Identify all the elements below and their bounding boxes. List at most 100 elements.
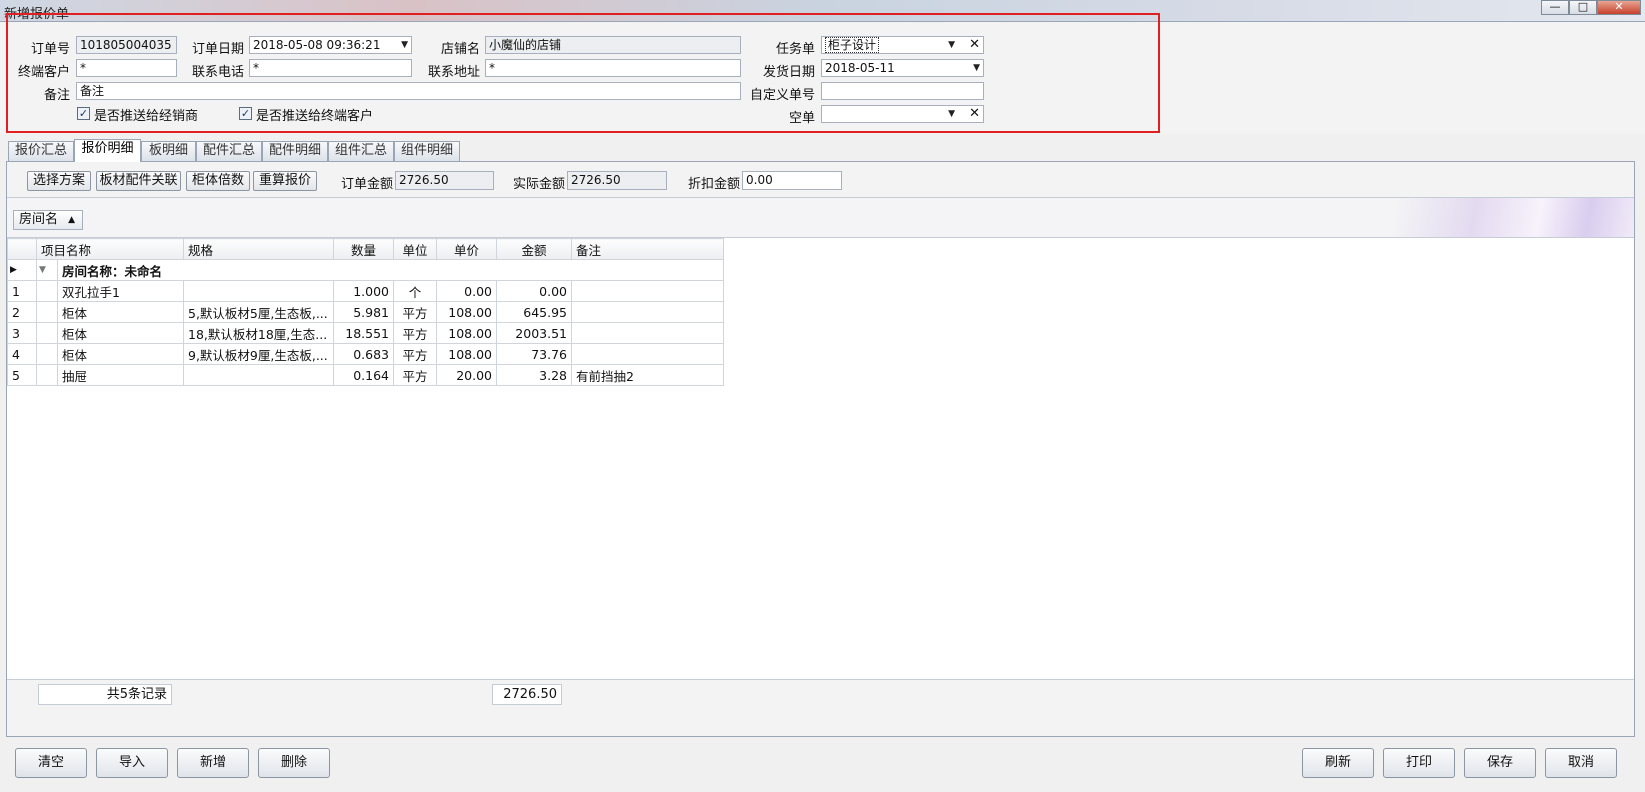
recalc-button[interactable]: 重算报价 — [253, 171, 317, 191]
discount-label: 折扣金额 — [688, 177, 741, 192]
tab-parts-summary[interactable]: 配件汇总 — [196, 141, 262, 161]
chevron-down-icon[interactable]: ▼ — [973, 60, 980, 76]
cell-amount[interactable]: 645.95 — [496, 301, 572, 323]
cell-unit[interactable]: 个 — [393, 280, 437, 302]
row-number: 1 — [7, 280, 37, 302]
cell-note[interactable] — [571, 343, 724, 365]
clear-button[interactable]: 清空 — [15, 748, 87, 778]
cell-note[interactable] — [571, 280, 724, 302]
address-field[interactable]: * — [485, 59, 741, 77]
cabinet-multiple-button[interactable]: 柜体倍数 — [186, 171, 250, 191]
order-no-field[interactable]: 101805004035 — [76, 36, 177, 54]
end-customer-field[interactable]: * — [76, 59, 177, 77]
cell-qty[interactable]: 18.551 — [333, 322, 394, 344]
store-name-field[interactable]: 小魔仙的店铺 — [485, 36, 741, 54]
select-plan-button[interactable]: 选择方案 — [27, 171, 91, 191]
col-header-name[interactable]: 项目名称 — [36, 238, 184, 260]
chevron-down-icon[interactable]: ▼ — [948, 37, 955, 53]
chevron-down-icon[interactable]: ▼ — [401, 37, 408, 53]
cell-name[interactable]: 柜体 — [57, 322, 184, 344]
cell-spec[interactable]: 18,默认板材18厘,生态... — [183, 322, 334, 344]
cell-unit[interactable]: 平方 — [393, 322, 437, 344]
push-dealer-checkbox[interactable]: ✓ — [77, 107, 90, 120]
ship-date-picker[interactable]: 2018-05-11 ▼ — [821, 59, 984, 77]
group-row-label: 房间名称：未命名 — [57, 259, 724, 281]
cell-name[interactable]: 双孔拉手1 — [57, 280, 184, 302]
phone-field[interactable]: * — [249, 59, 412, 77]
cancel-button[interactable]: 取消 — [1545, 748, 1617, 778]
cell-price[interactable]: 108.00 — [436, 343, 497, 365]
table-row[interactable]: 4 柜体 9,默认板材9厘,生态板,... 0.683 平方 108.00 73… — [7, 343, 724, 365]
col-header-unit[interactable]: 单位 — [393, 238, 437, 260]
quote-grid: 房间名 ▲ 项目名称 规格 数量 单位 单价 金额 备注 ▶ ▼ 房间名称：未命… — [7, 197, 1634, 679]
save-button[interactable]: 保存 — [1464, 748, 1536, 778]
group-row[interactable]: ▶ ▼ 房间名称：未命名 — [7, 259, 724, 281]
cell-qty[interactable]: 0.683 — [333, 343, 394, 365]
cell-name[interactable]: 抽屉 — [57, 364, 184, 386]
tab-quote-detail[interactable]: 报价明细 — [74, 139, 141, 162]
cell-price[interactable]: 0.00 — [436, 280, 497, 302]
cell-amount[interactable]: 3.28 — [496, 364, 572, 386]
board-link-button[interactable]: 板材配件关联 — [96, 171, 181, 191]
order-date-picker[interactable]: 2018-05-08 09:36:21 ▼ — [249, 36, 412, 54]
empty-order-combo[interactable]: ▼ ✕ — [821, 105, 984, 123]
table-row[interactable]: 1 双孔拉手1 1.000 个 0.00 0.00 — [7, 280, 724, 302]
cell-price[interactable]: 20.00 — [436, 364, 497, 386]
tab-quote-summary[interactable]: 报价汇总 — [8, 141, 74, 161]
remark-field[interactable]: 备注 — [76, 82, 741, 100]
tab-parts-detail[interactable]: 配件明细 — [262, 141, 328, 161]
task-combo[interactable]: 柜子设计 ▼ ✕ — [821, 36, 984, 54]
add-button[interactable]: 新增 — [177, 748, 249, 778]
cell-unit[interactable]: 平方 — [393, 343, 437, 365]
cell-qty[interactable]: 0.164 — [333, 364, 394, 386]
cell-qty[interactable]: 1.000 — [333, 280, 394, 302]
discount-field[interactable]: 0.00 — [742, 171, 842, 190]
cell-note[interactable] — [571, 301, 724, 323]
actual-amount-field[interactable]: 2726.50 — [567, 171, 667, 190]
clear-icon[interactable]: ✕ — [969, 106, 980, 122]
col-header-qty[interactable]: 数量 — [333, 238, 394, 260]
clear-icon[interactable]: ✕ — [969, 37, 980, 53]
tab-component-summary[interactable]: 组件汇总 — [328, 141, 394, 161]
col-header-spec[interactable]: 规格 — [183, 238, 334, 260]
cell-name[interactable]: 柜体 — [57, 343, 184, 365]
cell-spec[interactable] — [183, 364, 334, 386]
tab-board-detail[interactable]: 板明细 — [141, 141, 196, 161]
print-button[interactable]: 打印 — [1383, 748, 1455, 778]
cell-amount[interactable]: 73.76 — [496, 343, 572, 365]
minimize-button[interactable]: — — [1541, 0, 1569, 15]
order-amount-field[interactable]: 2726.50 — [395, 171, 494, 190]
col-header-amount[interactable]: 金额 — [496, 238, 572, 260]
cell-price[interactable]: 108.00 — [436, 322, 497, 344]
cell-spec[interactable]: 9,默认板材9厘,生态板,... — [183, 343, 334, 365]
cell-amount[interactable]: 0.00 — [496, 280, 572, 302]
maximize-button[interactable]: □ — [1569, 0, 1597, 15]
cell-spec[interactable] — [183, 280, 334, 302]
table-row[interactable]: 5 抽屉 0.164 平方 20.00 3.28 有前挡抽2 — [7, 364, 724, 386]
phone-label: 联系电话 — [191, 65, 244, 80]
tab-component-detail[interactable]: 组件明细 — [394, 141, 460, 161]
col-header-note[interactable]: 备注 — [571, 238, 724, 260]
cell-unit[interactable]: 平方 — [393, 301, 437, 323]
cell-note[interactable] — [571, 322, 724, 344]
cell-note[interactable]: 有前挡抽2 — [571, 364, 724, 386]
cell-price[interactable]: 108.00 — [436, 301, 497, 323]
delete-button[interactable]: 删除 — [258, 748, 330, 778]
refresh-button[interactable]: 刷新 — [1302, 748, 1374, 778]
cell-name[interactable]: 柜体 — [57, 301, 184, 323]
table-row[interactable]: 2 柜体 5,默认板材5厘,生态板,... 5.981 平方 108.00 64… — [7, 301, 724, 323]
cell-amount[interactable]: 2003.51 — [496, 322, 572, 344]
cell-unit[interactable]: 平方 — [393, 364, 437, 386]
collapse-icon[interactable]: ▼ — [36, 259, 58, 281]
push-customer-checkbox[interactable]: ✓ — [239, 107, 252, 120]
import-button[interactable]: 导入 — [96, 748, 168, 778]
row-number: 2 — [7, 301, 37, 323]
table-row[interactable]: 3 柜体 18,默认板材18厘,生态... 18.551 平方 108.00 2… — [7, 322, 724, 344]
chevron-down-icon[interactable]: ▼ — [948, 106, 955, 122]
close-window-button[interactable]: ✕ — [1597, 0, 1641, 15]
group-by-room-tag[interactable]: 房间名 ▲ — [13, 210, 83, 230]
cell-qty[interactable]: 5.981 — [333, 301, 394, 323]
col-header-price[interactable]: 单价 — [436, 238, 497, 260]
custom-no-field[interactable] — [821, 82, 984, 100]
cell-spec[interactable]: 5,默认板材5厘,生态板,... — [183, 301, 334, 323]
